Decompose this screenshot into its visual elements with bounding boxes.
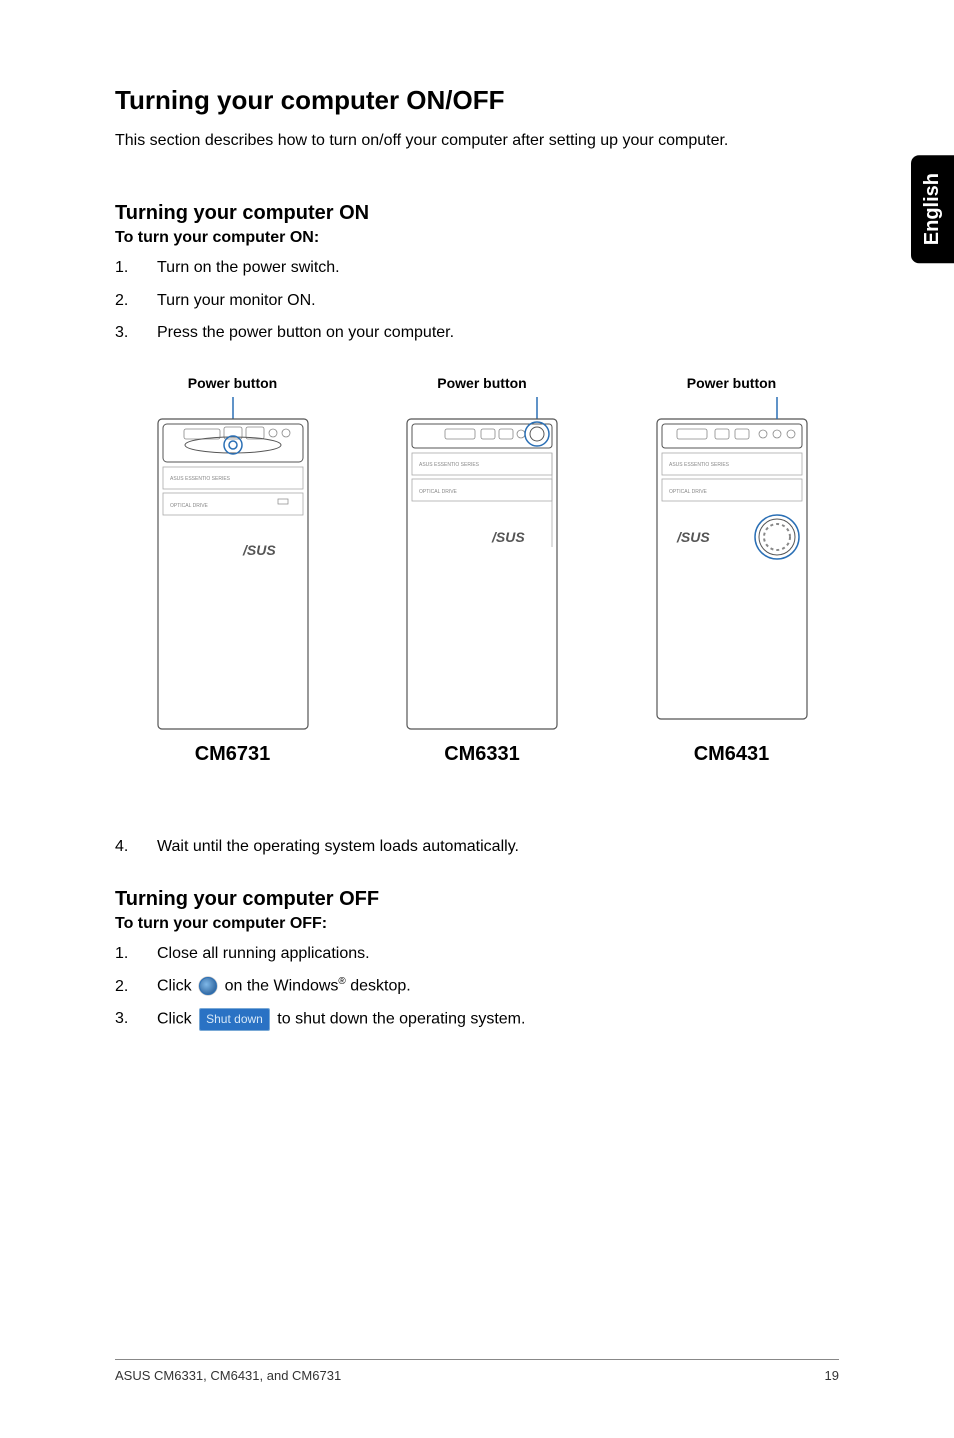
windows-start-icon: [199, 977, 217, 995]
power-button-label: Power button: [687, 375, 776, 391]
step-text: Turn on the power switch.: [157, 257, 340, 279]
svg-text:/SUS: /SUS: [676, 529, 710, 545]
tower-illustration: ASUS ESSENTIO SERIES OPTICAL DRIVE /SUS: [397, 397, 567, 737]
step-text: Close all running applications.: [157, 943, 370, 965]
step-text: Click on the Windows® desktop.: [157, 975, 411, 998]
model-label: CM6331: [444, 743, 520, 766]
footer-page-number: 19: [825, 1368, 839, 1383]
svg-text:ASUS ESSENTIO SERIES: ASUS ESSENTIO SERIES: [669, 462, 730, 468]
list-item: 1.Turn on the power switch.: [115, 257, 839, 279]
section-off-heading: Turning your computer OFF: [115, 888, 839, 911]
svg-text:ASUS ESSENTIO SERIES: ASUS ESSENTIO SERIES: [419, 462, 480, 468]
tower-illustration: ASUS ESSENTIO SERIES OPTICAL DRIVE /SUS: [148, 397, 318, 737]
svg-text:/SUS: /SUS: [491, 529, 525, 545]
footer-left: ASUS CM6331, CM6431, and CM6731: [115, 1368, 341, 1383]
list-item: 2. Click on the Windows® desktop.: [115, 975, 839, 998]
step-text: Wait until the operating system loads au…: [157, 836, 519, 858]
svg-text:OPTICAL DRIVE: OPTICAL DRIVE: [669, 489, 708, 495]
step-text: Press the power button on your computer.: [157, 322, 454, 344]
off-steps-list: 1.Close all running applications. 2. Cli…: [115, 943, 839, 1031]
figures-row: Power button ASUS ESSENTIO SERIES OPTICA…: [125, 375, 839, 766]
on-steps-list: 1.Turn on the power switch. 2.Turn your …: [115, 257, 839, 344]
page-title: Turning your computer ON/OFF: [115, 85, 839, 116]
list-item: 4.Wait until the operating system loads …: [115, 836, 839, 858]
svg-text:OPTICAL DRIVE: OPTICAL DRIVE: [170, 503, 209, 509]
list-item: 3. Click Shut down to shut down the oper…: [115, 1008, 839, 1031]
section-on-heading: Turning your computer ON: [115, 202, 839, 225]
page-footer: ASUS CM6331, CM6431, and CM6731 19: [115, 1359, 839, 1383]
model-label: CM6431: [694, 743, 770, 766]
power-button-label: Power button: [188, 375, 277, 391]
power-button-label: Power button: [437, 375, 526, 391]
svg-text:OPTICAL DRIVE: OPTICAL DRIVE: [419, 489, 458, 495]
list-item: 3.Press the power button on your compute…: [115, 322, 839, 344]
on-steps-list-cont: 4.Wait until the operating system loads …: [115, 836, 839, 858]
figure-cm6331: Power button ASUS ESSENTIO SERIES OPTICA…: [375, 375, 590, 766]
svg-text:/SUS: /SUS: [242, 542, 276, 558]
step-text: Click Shut down to shut down the operati…: [157, 1008, 525, 1031]
model-label: CM6731: [195, 743, 271, 766]
figure-cm6431: Power button ASUS ESSENTIO SERIES OPTICA…: [624, 375, 839, 766]
figure-cm6731: Power button ASUS ESSENTIO SERIES OPTICA…: [125, 375, 340, 766]
tower-illustration: ASUS ESSENTIO SERIES OPTICAL DRIVE /SUS: [647, 397, 817, 737]
shutdown-button-icon: Shut down: [199, 1008, 270, 1031]
list-item: 2.Turn your monitor ON.: [115, 290, 839, 312]
section-on-sub: To turn your computer ON:: [115, 229, 839, 247]
section-off-sub: To turn your computer OFF:: [115, 915, 839, 933]
svg-text:ASUS ESSENTIO SERIES: ASUS ESSENTIO SERIES: [170, 476, 231, 482]
step-text: Turn your monitor ON.: [157, 290, 316, 312]
intro-text: This section describes how to turn on/of…: [115, 130, 839, 152]
list-item: 1.Close all running applications.: [115, 943, 839, 965]
